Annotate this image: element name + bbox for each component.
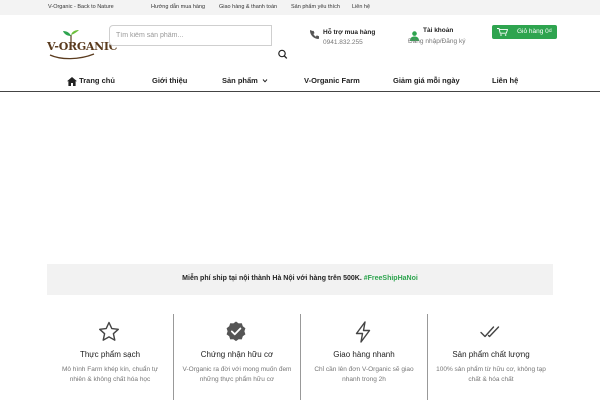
nav-about-label: Giới thiệu bbox=[152, 76, 188, 85]
nav-home[interactable]: Trang chủ bbox=[67, 75, 115, 87]
double-check-icon bbox=[480, 326, 500, 338]
feature-desc: Chỉ cần lên đơn V-Organic sẽ giao nhanh … bbox=[314, 366, 414, 383]
banner-hashtag[interactable]: #FreeShipHaNoi bbox=[364, 275, 418, 282]
lightning-icon bbox=[355, 321, 371, 343]
search-box bbox=[109, 25, 294, 63]
feature-quality-product: Sản phẩm chất lượng 100% sản phẩm từ hữu… bbox=[428, 314, 554, 400]
support-phone[interactable]: 0941.832.255 bbox=[323, 39, 363, 46]
banner-message: Miễn phí ship tại nội thành Hà Nội với h… bbox=[182, 275, 362, 282]
phone-icon bbox=[310, 30, 319, 39]
site-logo[interactable]: V-ORGANIC bbox=[47, 30, 118, 60]
nav-products[interactable]: Sản phẩm bbox=[222, 75, 270, 87]
feature-organic-cert: Chứng nhận hữu cơ V-Organic ra đời với m… bbox=[174, 314, 300, 400]
feature-clean-food: Thực phẩm sạch Mô hình Farm khép kín, ch… bbox=[47, 314, 173, 400]
feature-title: Sản phẩm chất lượng bbox=[452, 350, 530, 359]
top-bar: V-Organic - Back to Nature Hướng dẫn mua… bbox=[0, 0, 600, 15]
star-icon bbox=[99, 321, 119, 341]
feature-desc: V-Organic ra đời với mong muốn đem những… bbox=[182, 366, 292, 383]
verified-badge-icon bbox=[226, 321, 246, 342]
link-shipping-payment[interactable]: Giao hàng & thanh toán bbox=[219, 4, 277, 10]
feature-title: Giao hàng nhanh bbox=[333, 350, 395, 359]
nav-contact[interactable]: Liên hệ bbox=[492, 75, 518, 87]
cart-label: Giỏ hàng 0₫ bbox=[517, 28, 553, 35]
feature-title: Chứng nhận hữu cơ bbox=[200, 350, 274, 359]
free-ship-banner: Miễn phí ship tại nội thành Hà Nội với h… bbox=[47, 264, 553, 295]
nav-farm-label: V-Organic Farm bbox=[304, 76, 360, 85]
logo-swoosh bbox=[49, 53, 95, 60]
link-favorites[interactable]: Sản phẩm yêu thích bbox=[291, 4, 340, 10]
search-input[interactable] bbox=[109, 25, 272, 46]
tagline: V-Organic - Back to Nature bbox=[48, 4, 114, 10]
search-button[interactable] bbox=[274, 46, 292, 63]
feature-fast-delivery: Giao hàng nhanh Chỉ cần lên đơn V-Organi… bbox=[301, 314, 427, 400]
cart-button[interactable]: Giỏ hàng 0₫ bbox=[492, 25, 557, 39]
chevron-down-icon bbox=[262, 79, 268, 83]
feature-desc: Mô hình Farm khép kín, chuẩn tự nhiên & … bbox=[61, 366, 159, 383]
nav-sale-label: Giảm giá mỗi ngày bbox=[393, 76, 460, 85]
support-title: Hỗ trợ mua hàng bbox=[323, 29, 376, 36]
nav-products-label: Sản phẩm bbox=[222, 76, 258, 85]
home-icon bbox=[67, 76, 77, 86]
nav-home-label: Trang chủ bbox=[79, 76, 115, 85]
nav-daily-sale[interactable]: Giảm giá mỗi ngày bbox=[393, 75, 460, 87]
support-info[interactable]: Hỗ trợ mua hàng 0941.832.255 bbox=[310, 28, 390, 50]
link-buying-guide[interactable]: Hướng dẫn mua hàng bbox=[151, 4, 205, 10]
nav-farm[interactable]: V-Organic Farm bbox=[304, 75, 360, 87]
account-title: Tài khoản bbox=[423, 27, 454, 34]
nav-contact-label: Liên hệ bbox=[492, 76, 519, 85]
search-icon bbox=[278, 49, 288, 59]
login-register-link[interactable]: Đăng nhập/Đăng ký bbox=[408, 38, 465, 45]
feature-title: Thực phẩm sạch bbox=[79, 350, 141, 359]
account-menu[interactable]: Tài khoản Đăng nhập/Đăng ký bbox=[408, 27, 478, 51]
banner-text: Miễn phí ship tại nội thành Hà Nội với h… bbox=[47, 275, 553, 282]
nav-about[interactable]: Giới thiệu bbox=[152, 75, 187, 87]
cart-icon bbox=[497, 28, 508, 36]
link-contact-top[interactable]: Liên hệ bbox=[352, 4, 370, 10]
main-nav: Trang chủ Giới thiệu Sản phẩm V-Organic … bbox=[0, 70, 600, 92]
feature-desc: 100% sản phẩm từ hữu cơ, không tạp chất … bbox=[436, 366, 546, 383]
features-section: Thực phẩm sạch Mô hình Farm khép kín, ch… bbox=[47, 314, 553, 400]
